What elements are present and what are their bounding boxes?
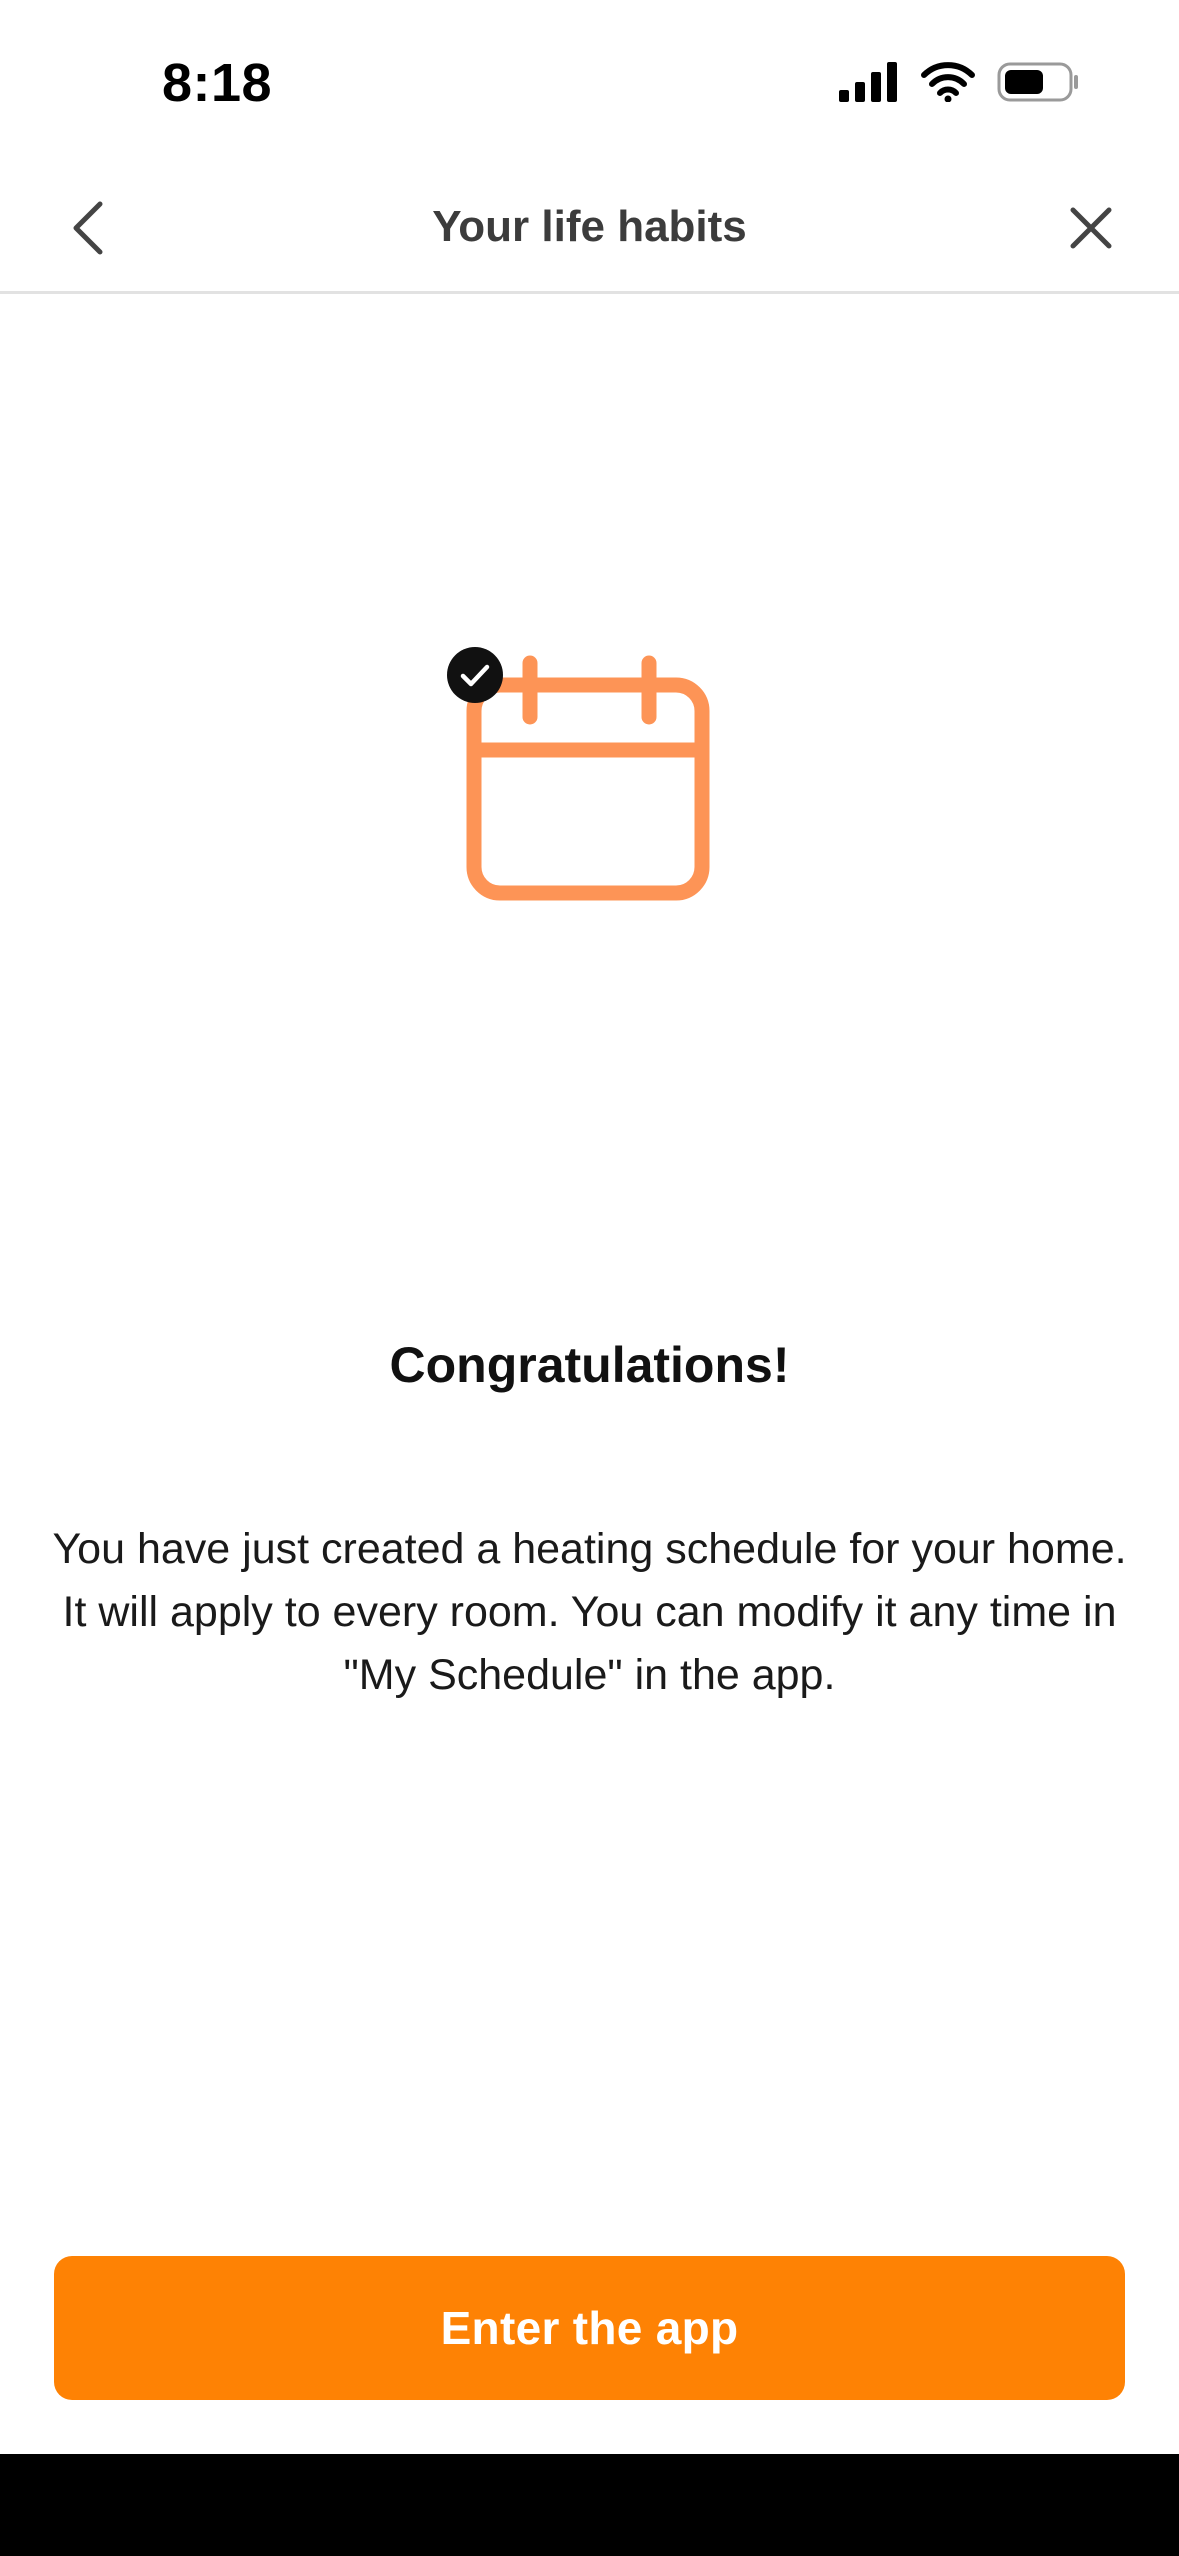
headline: Congratulations! <box>389 1337 790 1393</box>
status-icons <box>839 62 1079 102</box>
enter-app-button[interactable]: Enter the app <box>54 2256 1125 2400</box>
cellular-signal-icon <box>839 62 897 102</box>
schedule-illustration <box>447 645 720 905</box>
check-badge-icon <box>447 647 503 703</box>
description-text: You have just created a heating schedule… <box>52 1525 1127 1699</box>
close-button[interactable] <box>1059 196 1123 260</box>
bottom-bar <box>0 2454 1179 2556</box>
nav-bar: Your life habits <box>0 160 1179 294</box>
status-time: 8:18 <box>162 53 273 113</box>
enter-app-button-label: Enter the app <box>440 2302 739 2354</box>
close-icon <box>1070 207 1112 249</box>
wifi-icon <box>921 62 975 102</box>
congratulations-screen: 8:18 Your life habits Congratulations! Y… <box>0 0 1179 2556</box>
battery-icon <box>997 62 1078 102</box>
status-bar: 8:18 <box>0 0 1179 160</box>
page-title: Your life habits <box>432 202 747 251</box>
